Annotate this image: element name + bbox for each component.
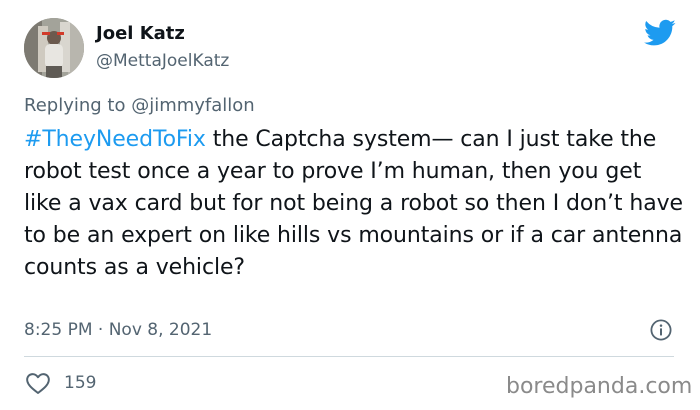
watermark: boredpanda.com [506, 374, 693, 399]
avatar-photo [24, 18, 84, 78]
author-handle[interactable]: @MettaJoelKatz [96, 50, 229, 72]
replying-to: Replying to @jimmyfallon [24, 94, 255, 118]
like-count: 159 [64, 373, 97, 393]
author-display-name[interactable]: Joel Katz [96, 22, 185, 46]
reply-user-link[interactable]: @jimmyfallon [131, 95, 255, 116]
replying-to-label: Replying to [24, 95, 132, 116]
avatar[interactable] [24, 18, 84, 78]
twitter-bird-icon[interactable] [644, 19, 676, 47]
divider [24, 356, 674, 357]
hashtag-link[interactable]: #TheyNeedToFix [24, 127, 206, 152]
tweet-card: Joel Katz @MettaJoelKatz Replying to @ji… [0, 0, 700, 410]
tweet-timestamp[interactable]: 8:25 PM · Nov 8, 2021 [24, 319, 212, 341]
tweet-body: #TheyNeedToFix the Captcha system— can I… [24, 124, 684, 284]
info-icon[interactable] [649, 318, 673, 342]
heart-icon[interactable] [25, 371, 51, 395]
